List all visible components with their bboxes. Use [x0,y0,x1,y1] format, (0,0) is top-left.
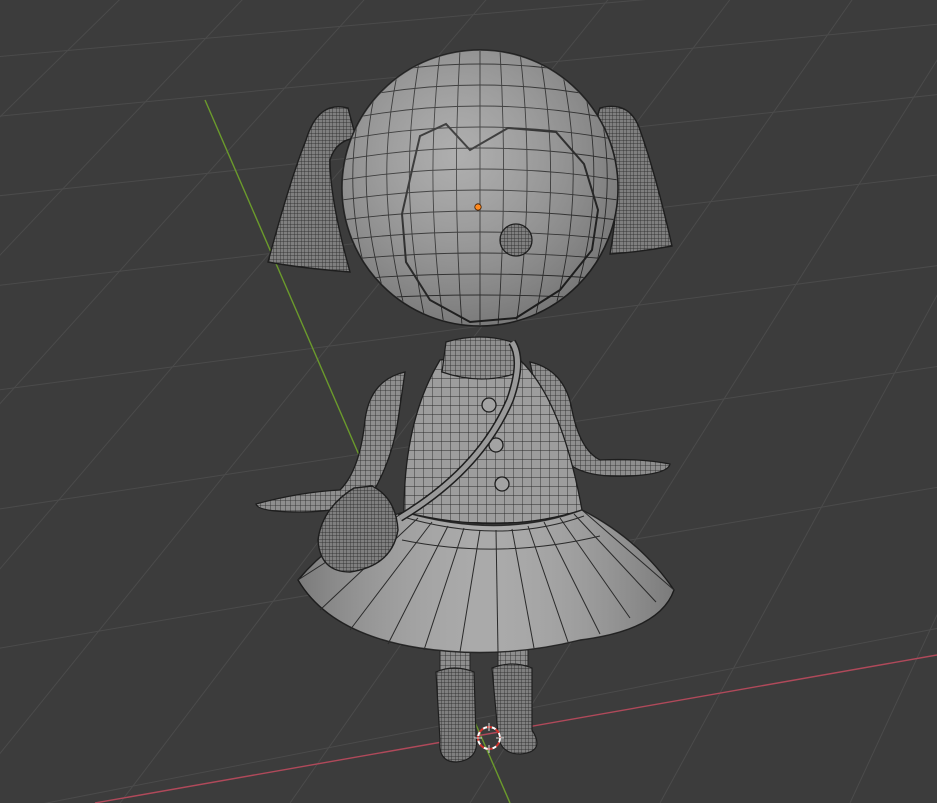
dress-button-3 [494,476,510,492]
object-origin-icon[interactable] [474,203,482,211]
head [341,49,619,327]
viewport-canvas[interactable] [0,0,937,803]
collar [441,336,521,380]
3d-viewport[interactable] [0,0,937,803]
left-arm [255,371,406,513]
nose [499,223,533,257]
dress-button-1 [481,397,497,413]
